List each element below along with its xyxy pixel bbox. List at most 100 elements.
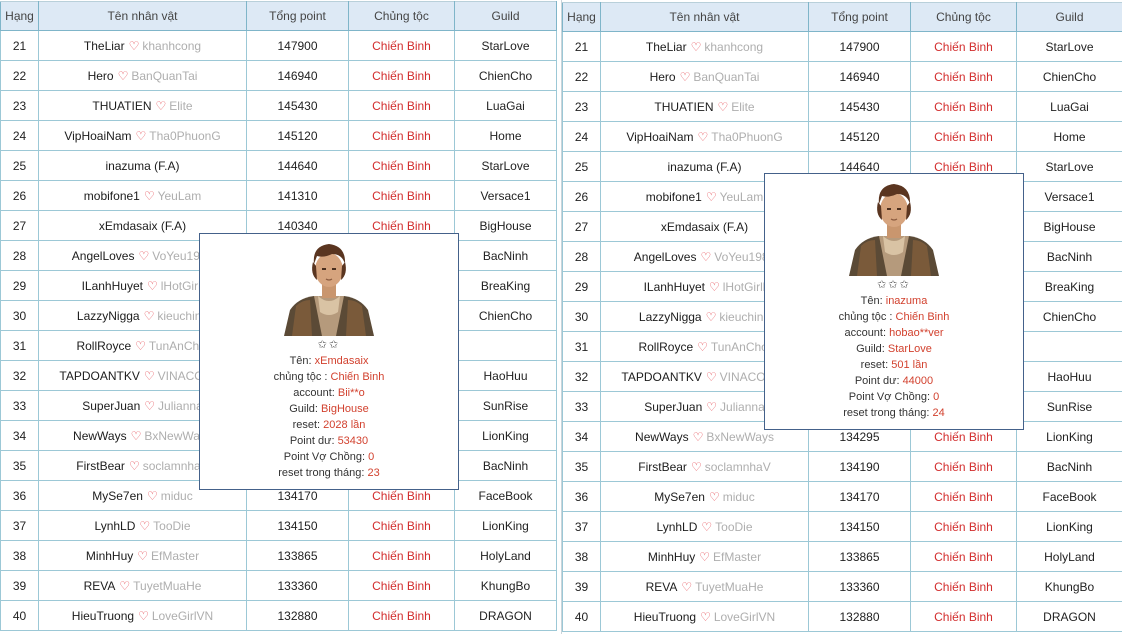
- table-row[interactable]: 24 VipHoaiNam ♡ Tha0PhuonG 145120 Chiến Binh H…: [0, 120, 557, 151]
- table-row[interactable]: 22 Hero ♡ BanQuanTai 146940 Chiến Binh ChienCh…: [0, 60, 557, 91]
- character-name[interactable]: RollRoyce: [76, 339, 131, 353]
- character-cell[interactable]: LynhLD ♡ TooDie: [38, 510, 247, 541]
- character-name[interactable]: mobifone1: [646, 190, 702, 204]
- table-row[interactable]: 21 TheLiar ♡ khanhcong 147900 Chiến Binh StarL…: [562, 31, 1122, 62]
- table-row[interactable]: 39 REVA ♡ TuyetMuaHe 133360 Chiến Binh KhungBo: [562, 571, 1122, 602]
- character-name[interactable]: mobifone1: [84, 189, 140, 203]
- character-name[interactable]: LazzyNigga: [77, 309, 140, 323]
- character-name[interactable]: REVA: [84, 579, 116, 593]
- character-name[interactable]: TheLiar: [84, 39, 125, 53]
- character-cell[interactable]: VipHoaiNam ♡ Tha0PhuonG: [38, 120, 247, 151]
- character-name[interactable]: AngelLoves: [634, 250, 697, 264]
- character-name[interactable]: MinhHuy: [86, 549, 133, 563]
- character-name[interactable]: inazuma (F.A): [105, 159, 179, 173]
- character-name[interactable]: xEmdasaix (F.A): [99, 219, 186, 233]
- table-row[interactable]: 21 TheLiar ♡ khanhcong 147900 Chiến Binh StarL…: [0, 30, 557, 61]
- guild-cell: HolyLand: [454, 540, 557, 571]
- header-rank[interactable]: Hạng: [0, 1, 39, 31]
- header-points[interactable]: Tổng point: [246, 1, 349, 31]
- character-cell[interactable]: Hero ♡ BanQuanTai: [600, 61, 809, 92]
- table-row[interactable]: 40 HieuTruong ♡ LoveGirlVN 132880 Chiến Binh D…: [562, 601, 1122, 632]
- character-cell[interactable]: MySe7en ♡ miduc: [600, 481, 809, 512]
- table-row[interactable]: 24 VipHoaiNam ♡ Tha0PhuonG 145120 Chiến Binh H…: [562, 121, 1122, 152]
- table-row[interactable]: 22 Hero ♡ BanQuanTai 146940 Chiến Binh ChienCh…: [562, 61, 1122, 92]
- character-name[interactable]: xEmdasaix (F.A): [661, 220, 748, 234]
- table-row[interactable]: 39 REVA ♡ TuyetMuaHe 133360 Chiến Binh KhungBo: [0, 570, 557, 601]
- character-name[interactable]: ILanhHuyet: [644, 280, 705, 294]
- table-row[interactable]: 37 LynhLD ♡ TooDie 134150 Chiến Binh LionKing: [0, 510, 557, 541]
- character-name[interactable]: ILanhHuyet: [82, 279, 143, 293]
- table-row[interactable]: 23 THUATIEN ♡ Elite 145430 Chiến Binh LuaGai: [0, 90, 557, 121]
- character-name[interactable]: FirstBear: [76, 459, 125, 473]
- tooltip-label: reset trong tháng:: [843, 407, 930, 419]
- character-name[interactable]: MySe7en: [654, 490, 705, 504]
- character-cell[interactable]: MinhHuy ♡ EfMaster: [38, 540, 247, 571]
- character-name[interactable]: NewWays: [635, 430, 689, 444]
- character-cell[interactable]: TheLiar ♡ khanhcong: [600, 31, 809, 62]
- table-row[interactable]: 38 MinhHuy ♡ EfMaster 133865 Chiến Binh HolyLa…: [562, 541, 1122, 572]
- guild-cell: BacNinh: [454, 450, 557, 481]
- character-cell[interactable]: MinhHuy ♡ EfMaster: [600, 541, 809, 572]
- character-name[interactable]: MinhHuy: [648, 550, 695, 564]
- header-name[interactable]: Tên nhân vật: [38, 1, 247, 31]
- header-class[interactable]: Chủng tộc: [910, 2, 1017, 32]
- tooltip-reset-row: reset: 2028 lần: [200, 417, 458, 433]
- table-row[interactable]: 25 inazuma (F.A) 144640 Chiến Binh StarLove: [0, 150, 557, 181]
- character-name[interactable]: TAPDOANTKV: [621, 370, 701, 384]
- header-class[interactable]: Chủng tộc: [348, 1, 455, 31]
- character-cell[interactable]: TheLiar ♡ khanhcong: [38, 30, 247, 61]
- character-cell[interactable]: inazuma (F.A): [38, 150, 247, 181]
- character-cell[interactable]: Hero ♡ BanQuanTai: [38, 60, 247, 91]
- table-row[interactable]: 38 MinhHuy ♡ EfMaster 133865 Chiến Binh HolyLa…: [0, 540, 557, 571]
- character-cell[interactable]: THUATIEN ♡ Elite: [38, 90, 247, 121]
- character-cell[interactable]: THUATIEN ♡ Elite: [600, 91, 809, 122]
- table-row[interactable]: 36 MySe7en ♡ miduc 134170 Chiến Binh FaceBook: [562, 481, 1122, 512]
- character-name[interactable]: SuperJuan: [644, 400, 702, 414]
- rank-cell: 38: [562, 541, 601, 572]
- character-name[interactable]: Hero: [88, 69, 114, 83]
- header-points[interactable]: Tổng point: [808, 2, 911, 32]
- character-name[interactable]: HieuTruong: [72, 609, 134, 623]
- table-row[interactable]: 40 HieuTruong ♡ LoveGirlVN 132880 Chiến Binh D…: [0, 600, 557, 631]
- guild-cell: LuaGai: [454, 90, 557, 121]
- character-name[interactable]: TheLiar: [646, 40, 687, 54]
- character-name[interactable]: REVA: [646, 580, 678, 594]
- character-name[interactable]: TAPDOANTKV: [59, 369, 139, 383]
- table-row[interactable]: 23 THUATIEN ♡ Elite 145430 Chiến Binh LuaGai: [562, 91, 1122, 122]
- character-cell[interactable]: mobifone1 ♡ YeuLam: [38, 180, 247, 211]
- character-name[interactable]: MySe7en: [92, 489, 143, 503]
- character-name[interactable]: LynhLD: [656, 520, 697, 534]
- character-name[interactable]: AngelLoves: [72, 249, 135, 263]
- character-name[interactable]: HieuTruong: [634, 610, 696, 624]
- character-cell[interactable]: VipHoaiNam ♡ Tha0PhuonG: [600, 121, 809, 152]
- character-cell[interactable]: REVA ♡ TuyetMuaHe: [600, 571, 809, 602]
- character-cell[interactable]: LynhLD ♡ TooDie: [600, 511, 809, 542]
- character-name[interactable]: VipHoaiNam: [64, 129, 131, 143]
- character-cell[interactable]: HieuTruong ♡ LoveGirlVN: [600, 601, 809, 632]
- character-name[interactable]: RollRoyce: [638, 340, 693, 354]
- character-name[interactable]: LynhLD: [94, 519, 135, 533]
- character-name[interactable]: inazuma (F.A): [667, 160, 741, 174]
- character-name[interactable]: THUATIEN: [92, 99, 151, 113]
- character-name[interactable]: THUATIEN: [654, 100, 713, 114]
- table-row[interactable]: 37 LynhLD ♡ TooDie 134150 Chiến Binh LionKing: [562, 511, 1122, 542]
- rank-cell: 25: [562, 151, 601, 182]
- character-name[interactable]: VipHoaiNam: [626, 130, 693, 144]
- character-name[interactable]: NewWays: [73, 429, 127, 443]
- table-row[interactable]: 35 FirstBear ♡ soclamnhaV 134190 Chiến Binh Ba…: [562, 451, 1122, 482]
- header-name[interactable]: Tên nhân vật: [600, 2, 809, 32]
- header-rank[interactable]: Hạng: [562, 2, 601, 32]
- points-cell: 147900: [808, 31, 911, 62]
- rank-cell: 34: [0, 420, 39, 451]
- character-name[interactable]: LazzyNigga: [639, 310, 702, 324]
- tooltip-label: Tên:: [289, 355, 312, 367]
- character-cell[interactable]: REVA ♡ TuyetMuaHe: [38, 570, 247, 601]
- header-guild[interactable]: Guild: [1016, 2, 1122, 32]
- character-name[interactable]: Hero: [650, 70, 676, 84]
- character-name[interactable]: FirstBear: [638, 460, 687, 474]
- character-name[interactable]: SuperJuan: [82, 399, 140, 413]
- character-cell[interactable]: HieuTruong ♡ LoveGirlVN: [38, 600, 247, 631]
- table-row[interactable]: 26 mobifone1 ♡ YeuLam 141310 Chiến Binh Versac…: [0, 180, 557, 211]
- character-cell[interactable]: FirstBear ♡ soclamnhaV: [600, 451, 809, 482]
- header-guild[interactable]: Guild: [454, 1, 557, 31]
